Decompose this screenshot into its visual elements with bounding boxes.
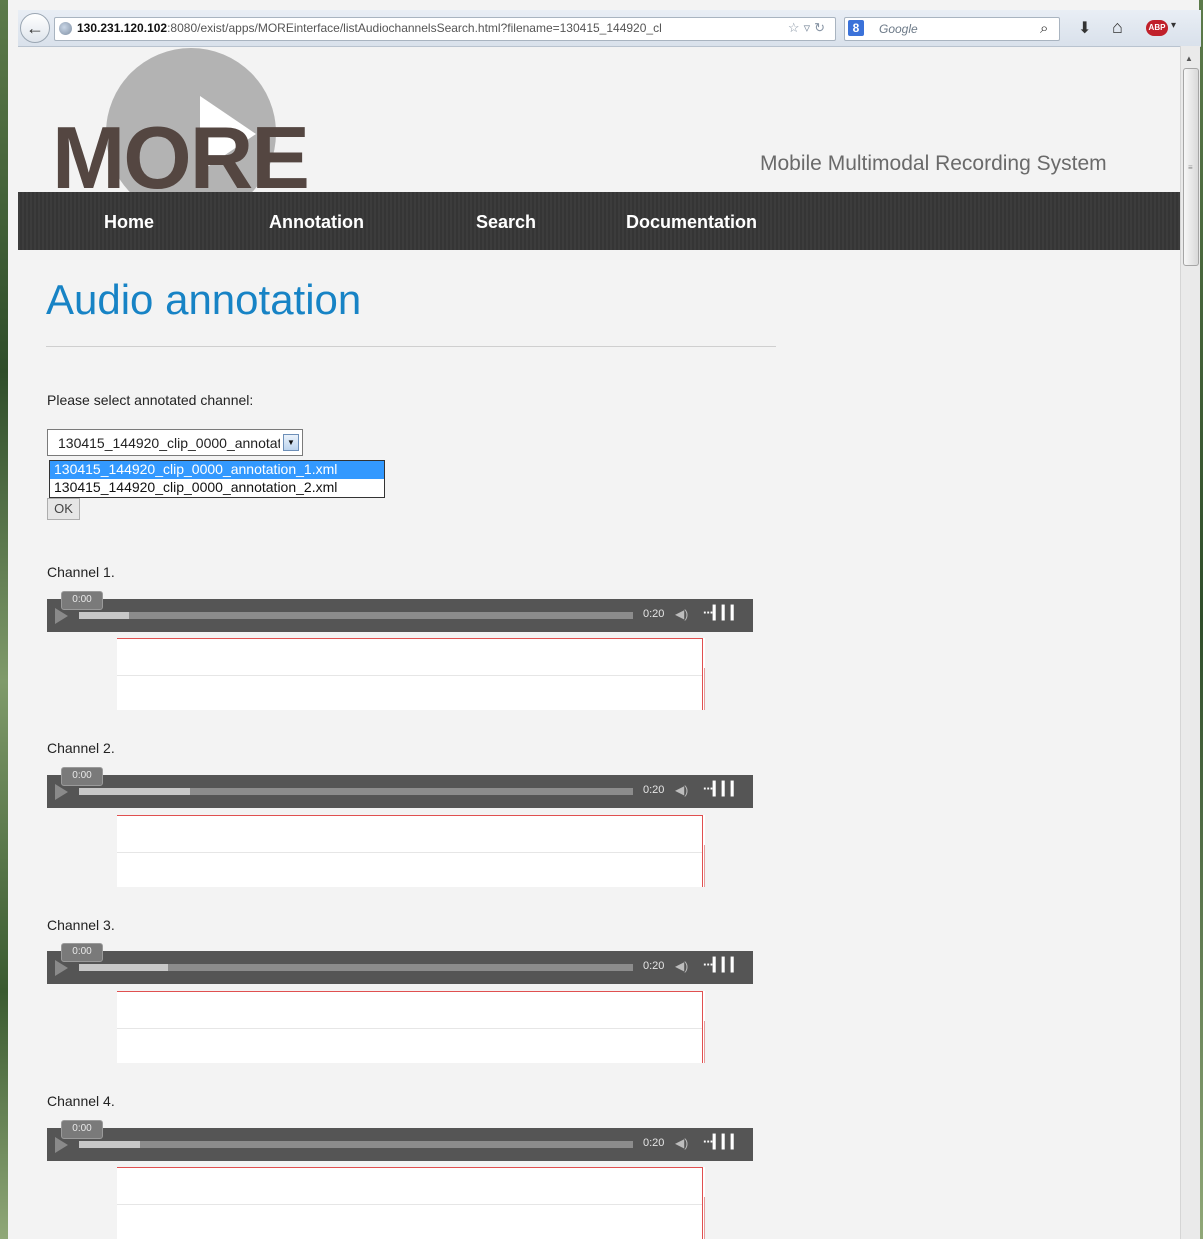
- ok-button[interactable]: OK: [47, 498, 80, 520]
- channel-label: Channel 2.: [47, 740, 115, 756]
- page-scrollbar[interactable]: ▲ ≡: [1180, 46, 1200, 1239]
- duration: 0:20: [643, 608, 665, 620]
- volume-icon[interactable]: ◀): [675, 1136, 688, 1150]
- home-icon[interactable]: ⌂: [1112, 17, 1123, 38]
- progress-track[interactable]: [79, 964, 633, 971]
- volume-slider[interactable]: ···▎▎▎: [703, 605, 741, 621]
- progress-track[interactable]: [79, 1141, 633, 1148]
- volume-icon[interactable]: ◀): [675, 607, 688, 621]
- waveform: [117, 815, 705, 887]
- logo-text: MORE: [52, 108, 310, 207]
- play-icon[interactable]: [55, 608, 68, 624]
- download-icon[interactable]: ⬇: [1078, 18, 1091, 38]
- search-engine-icon[interactable]: 8: [848, 20, 864, 36]
- waveform-end: [702, 1167, 703, 1239]
- play-icon[interactable]: [55, 1137, 68, 1153]
- scroll-up-icon[interactable]: ▲: [1185, 54, 1193, 63]
- waveform-line: [117, 815, 703, 816]
- select-label: Please select annotated channel:: [47, 392, 254, 408]
- url-host: 130.231.120.102: [77, 21, 168, 35]
- back-button[interactable]: ←: [20, 13, 50, 43]
- title-divider: [46, 346, 776, 347]
- dropdown-option[interactable]: 130415_144920_clip_0000_annotation_2.xml: [50, 479, 384, 497]
- dropdown-list: 130415_144920_clip_0000_annotation_1.xml…: [49, 460, 385, 498]
- chevron-down-icon[interactable]: ▼: [283, 434, 299, 451]
- duration: 0:20: [643, 960, 665, 972]
- volume-icon[interactable]: ◀): [675, 959, 688, 973]
- progress-track[interactable]: [79, 612, 633, 619]
- buffered-fill: [79, 1141, 140, 1148]
- waveform-line: [117, 1167, 703, 1168]
- main-navbar: Home Annotation Search Documentation: [18, 192, 1180, 250]
- nav-annotation[interactable]: Annotation: [269, 212, 364, 233]
- waveform-line: [117, 638, 703, 639]
- channel-select[interactable]: 130415_144920_clip_0000_annotation_1.xml…: [47, 429, 303, 456]
- volume-slider[interactable]: ···▎▎▎: [703, 1134, 741, 1150]
- globe-icon: [59, 22, 72, 35]
- channel-label: Channel 3.: [47, 917, 115, 933]
- volume-slider[interactable]: ···▎▎▎: [703, 957, 741, 973]
- waveform-spike: [704, 1021, 705, 1063]
- chevron-down-icon[interactable]: ▾: [1171, 20, 1176, 31]
- waveform-midline: [117, 1204, 703, 1205]
- url-text: 130.231.120.102:8080/exist/apps/MOREinte…: [77, 21, 662, 35]
- waveform-midline: [117, 675, 703, 676]
- play-icon[interactable]: [55, 960, 68, 976]
- volume-icon[interactable]: ◀): [675, 783, 688, 797]
- browser-toolbar: ← 130.231.120.102:8080/exist/apps/MOREin…: [18, 10, 1201, 47]
- nav-home[interactable]: Home: [104, 212, 154, 233]
- search-bar[interactable]: 8 Google: [844, 17, 1060, 41]
- magnifier-icon[interactable]: ⌕: [1040, 20, 1048, 37]
- audio-player: 0:00 0:20 ◀) ···▎▎▎: [47, 943, 753, 984]
- url-bar[interactable]: 130.231.120.102:8080/exist/apps/MOREinte…: [54, 17, 836, 41]
- waveform-end: [702, 991, 703, 1063]
- waveform-spike: [704, 668, 705, 710]
- buffered-fill: [79, 788, 190, 795]
- progress-track[interactable]: [79, 788, 633, 795]
- audio-player: 0:00 0:20 ◀) ···▎▎▎: [47, 767, 753, 808]
- nav-documentation[interactable]: Documentation: [626, 212, 757, 233]
- audio-player: 0:00 0:20 ◀) ···▎▎▎: [47, 1120, 753, 1161]
- waveform-spike: [704, 1197, 705, 1239]
- back-arrow-icon: ←: [26, 17, 44, 38]
- volume-slider[interactable]: ···▎▎▎: [703, 781, 741, 797]
- audio-player: 0:00 0:20 ◀) ···▎▎▎: [47, 591, 753, 632]
- waveform-end: [702, 815, 703, 887]
- desktop-background-left: [0, 0, 8, 1239]
- waveform: [117, 638, 705, 710]
- search-placeholder: Google: [879, 22, 918, 36]
- channel-label: Channel 1.: [47, 564, 115, 580]
- waveform: [117, 991, 705, 1063]
- waveform-midline: [117, 852, 703, 853]
- waveform-midline: [117, 1028, 703, 1029]
- waveform: [117, 1167, 705, 1239]
- tagline: Mobile Multimodal Recording System: [760, 152, 1107, 175]
- page-title: Audio annotation: [46, 276, 362, 323]
- duration: 0:20: [643, 1137, 665, 1149]
- buffered-fill: [79, 612, 129, 619]
- play-icon[interactable]: [55, 784, 68, 800]
- select-value: 130415_144920_clip_0000_annotation_1.xml: [58, 435, 280, 451]
- buffered-fill: [79, 964, 168, 971]
- channel-label: Channel 4.: [47, 1093, 115, 1109]
- duration: 0:20: [643, 784, 665, 796]
- scroll-thumb[interactable]: ≡: [1183, 68, 1199, 266]
- nav-search[interactable]: Search: [476, 212, 536, 233]
- waveform-line: [117, 991, 703, 992]
- dropdown-option[interactable]: 130415_144920_clip_0000_annotation_1.xml: [50, 461, 384, 479]
- bookmark-star-icon[interactable]: ☆▿↻: [788, 20, 829, 36]
- waveform-spike: [704, 845, 705, 887]
- grip-icon: ≡: [1188, 163, 1193, 172]
- waveform-end: [702, 638, 703, 710]
- url-path: :8080/exist/apps/MOREinterface/listAudio…: [167, 21, 662, 35]
- adblock-icon[interactable]: ABP: [1146, 20, 1168, 36]
